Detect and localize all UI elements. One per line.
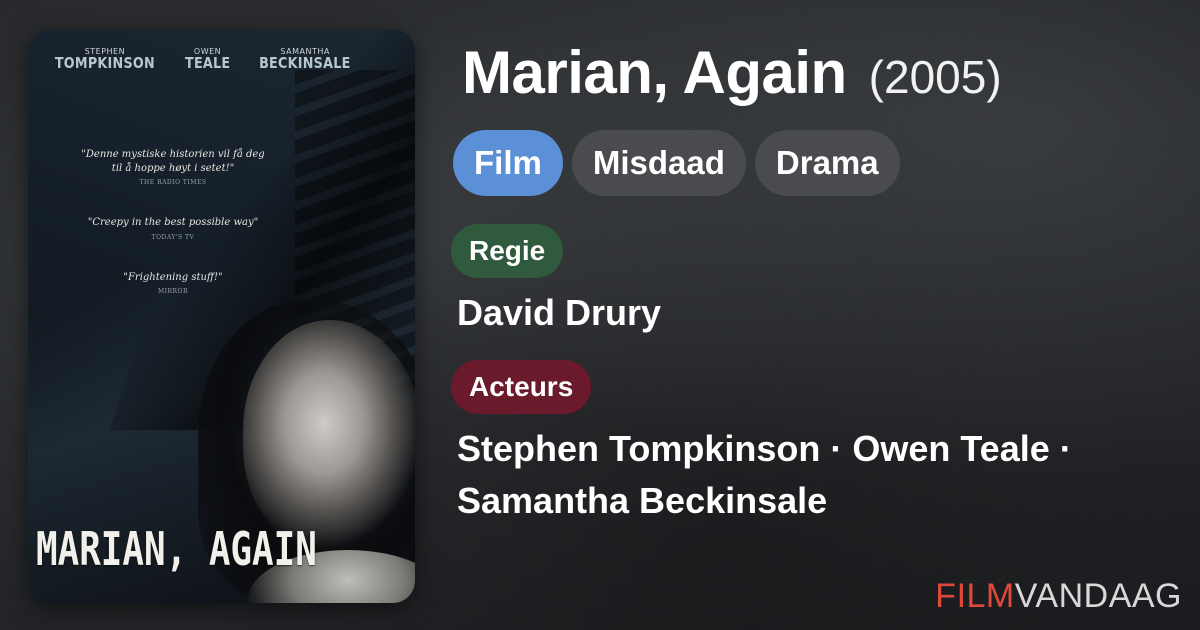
genre-chip-film[interactable]: Film bbox=[453, 130, 563, 196]
poster-credit: SAMANTHA BECKINSALE bbox=[251, 47, 359, 73]
poster-face bbox=[243, 320, 415, 550]
movie-poster[interactable]: STEPHEN TOMPKINSON OWEN TEALE SAMANTHA B… bbox=[28, 30, 415, 603]
movie-year: (2005) bbox=[868, 51, 1002, 103]
credit-last-name: BECKINSALE bbox=[259, 54, 351, 73]
poster-credit: OWEN TEALE bbox=[181, 47, 234, 73]
director-name[interactable]: David Drury bbox=[457, 287, 661, 339]
poster-title: MARIAN, AGAIN bbox=[36, 522, 317, 576]
movie-heading: Marian, Again (2005) bbox=[462, 38, 1002, 107]
logo-text-film: FILM bbox=[935, 577, 1015, 615]
cast-line[interactable]: Stephen Tompkinson · Owen Teale · bbox=[457, 423, 1157, 475]
site-logo[interactable]: FILMVANDAAG bbox=[935, 577, 1182, 616]
genre-chip-misdaad[interactable]: Misdaad bbox=[571, 130, 746, 196]
cast-line[interactable]: Samantha Beckinsale bbox=[457, 475, 1157, 527]
cast-label-badge: Acteurs bbox=[451, 360, 592, 414]
poster-credit: STEPHEN TOMPKINSON bbox=[46, 47, 164, 73]
poster-quote: "Frightening stuff!" bbox=[123, 271, 223, 283]
poster-credits: STEPHEN TOMPKINSON OWEN TEALE SAMANTHA B… bbox=[28, 47, 415, 73]
credit-last-name: TOMPKINSON bbox=[54, 54, 155, 73]
credit-last-name: TEALE bbox=[184, 54, 231, 73]
genre-list: Film Misdaad Drama bbox=[453, 130, 900, 196]
poster-quotes: "Denne mystiske historien vil få deg til… bbox=[78, 148, 268, 325]
movie-title: Marian, Again bbox=[462, 39, 847, 106]
logo-text-vandaag: VANDAAG bbox=[1014, 577, 1182, 615]
cast-list: Stephen Tompkinson · Owen Teale · Samant… bbox=[457, 423, 1157, 527]
genre-chip-drama[interactable]: Drama bbox=[754, 130, 900, 196]
director-label-badge: Regie bbox=[451, 224, 564, 278]
poster-quote: "Creepy in the best possible way" bbox=[87, 217, 259, 228]
poster-quote-source: MIRROR bbox=[158, 288, 188, 295]
poster-quote: "Denne mystiske historien vil få deg til… bbox=[81, 149, 265, 174]
poster-quote-source: TODAY'S TV bbox=[151, 233, 195, 241]
poster-quote-source: THE RADIO TIMES bbox=[139, 179, 207, 186]
